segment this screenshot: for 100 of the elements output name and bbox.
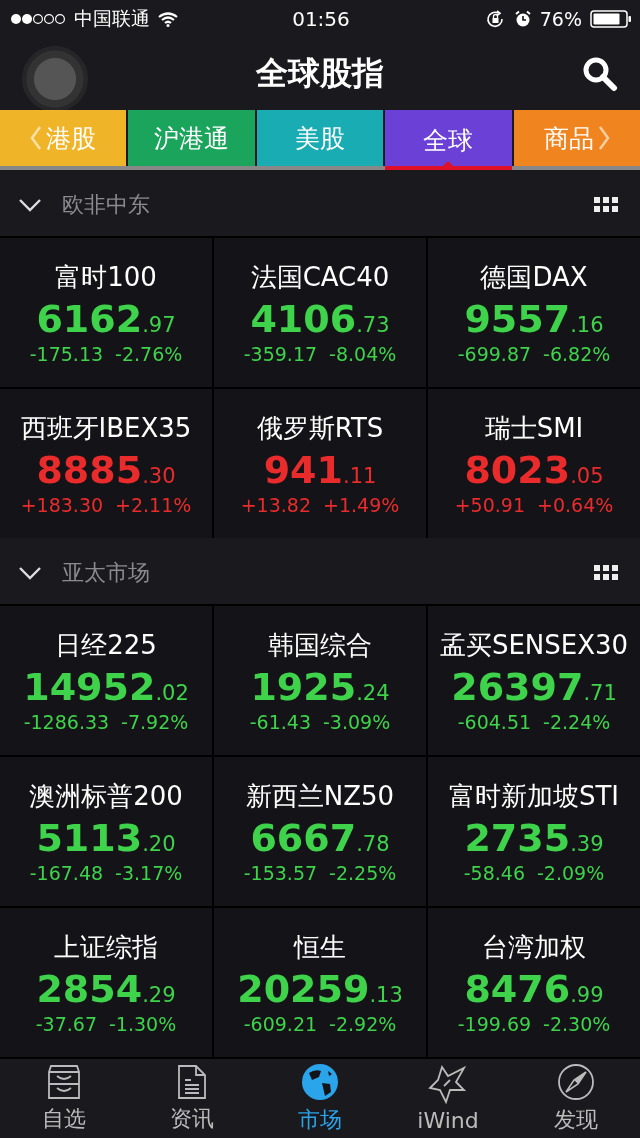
battery-percent: 76% <box>539 8 582 30</box>
price-decimals: .05 <box>570 464 604 488</box>
index-name: 韩国综合 <box>268 629 372 662</box>
nav-tab[interactable]: 市场 <box>256 1059 384 1138</box>
index-price: 2735 <box>464 816 571 860</box>
price-change: -359.17 <box>243 343 318 365</box>
index-name: 瑞士SMI <box>484 412 584 445</box>
index-name: 德国DAX <box>480 261 588 294</box>
price-decimals: .71 <box>583 681 617 705</box>
price-decimals: .99 <box>570 983 604 1007</box>
price-decimals: .29 <box>142 983 176 1007</box>
percent-change: +2.11% <box>115 494 192 516</box>
percent-change: -2.25% <box>329 862 397 884</box>
nav-tab[interactable]: 自选 <box>0 1059 128 1138</box>
price-change: -604.51 <box>457 711 532 733</box>
page-title: 全球股指 <box>256 53 384 94</box>
price-decimals: .16 <box>570 313 604 337</box>
market-tab[interactable]: 全球 <box>385 110 512 170</box>
index-name: 西班牙IBEX35 <box>20 412 192 445</box>
signal-icon <box>10 13 66 25</box>
grid-icon[interactable] <box>594 565 618 581</box>
index-price: 8476 <box>464 967 571 1011</box>
pinwheel-icon <box>428 1064 468 1104</box>
battery-icon <box>590 10 632 28</box>
price-decimals: .78 <box>356 832 390 856</box>
index-card[interactable]: 瑞士SMI 8023.05 +50.91 +0.64% <box>428 389 640 538</box>
nav-tab[interactable]: 资讯 <box>128 1059 256 1138</box>
index-card[interactable]: 新西兰NZ50 6667.78 -153.57 -2.25% <box>214 757 426 906</box>
index-card[interactable]: 德国DAX 9557.16 -699.87 -6.82% <box>428 238 640 387</box>
price-change: -175.13 <box>29 343 104 365</box>
document-icon <box>176 1063 208 1100</box>
price-change: -153.57 <box>243 862 318 884</box>
percent-change: -3.17% <box>115 862 183 884</box>
index-card[interactable]: 法国CAC40 4106.73 -359.17 -8.04% <box>214 238 426 387</box>
clock-time: 01:56 <box>292 7 350 31</box>
index-name: 上证综指 <box>54 931 158 964</box>
nav-tab[interactable]: iWind <box>384 1059 512 1138</box>
price-change: +183.30 <box>20 494 104 516</box>
index-price: 6667 <box>250 816 357 860</box>
index-card[interactable]: 日经225 14952.02 -1286.33 -7.92% <box>0 606 212 755</box>
index-name: 台湾加权 <box>482 931 586 964</box>
chevron-icon[interactable] <box>18 566 42 580</box>
index-name: 恒生 <box>294 931 346 964</box>
price-change: -167.48 <box>29 862 104 884</box>
price-decimals: .24 <box>356 681 390 705</box>
tray-icon <box>47 1063 81 1100</box>
wifi-icon <box>158 11 178 27</box>
percent-change: -2.30% <box>543 1013 611 1035</box>
chevron-left-icon <box>30 125 43 151</box>
price-decimals: .02 <box>155 681 189 705</box>
grid-icon[interactable] <box>594 197 618 213</box>
price-change: -58.46 <box>463 862 525 884</box>
price-decimals: .30 <box>142 464 176 488</box>
index-name: 富时新加坡STI <box>448 780 620 813</box>
index-name: 澳洲标普200 <box>29 780 183 813</box>
percent-change: +0.64% <box>537 494 614 516</box>
percent-change: -2.76% <box>115 343 183 365</box>
section-title: 欧非中东 <box>62 191 151 219</box>
index-name: 俄罗斯RTS <box>256 412 384 445</box>
index-card[interactable]: 孟买SENSEX30 26397.71 -604.51 -2.24% <box>428 606 640 755</box>
chevron-right-icon <box>597 125 610 151</box>
price-change: -1286.33 <box>23 711 110 733</box>
index-card[interactable]: 富时新加坡STI 2735.39 -58.46 -2.09% <box>428 757 640 906</box>
price-change: +13.82 <box>240 494 311 516</box>
nav-tab[interactable]: 发现 <box>512 1059 640 1138</box>
index-card[interactable]: 台湾加权 8476.99 -199.69 -2.30% <box>428 908 640 1057</box>
index-card[interactable]: 西班牙IBEX35 8885.30 +183.30 +2.11% <box>0 389 212 538</box>
index-price: 9557 <box>464 297 571 341</box>
index-card[interactable]: 上证综指 2854.29 -37.67 -1.30% <box>0 908 212 1057</box>
alarm-icon <box>513 10 532 28</box>
price-change: -199.69 <box>457 1013 532 1035</box>
search-icon[interactable] <box>582 56 618 92</box>
percent-change: -1.30% <box>109 1013 177 1035</box>
index-card[interactable]: 恒生 20259.13 -609.21 -2.92% <box>214 908 426 1057</box>
price-change: +50.91 <box>454 494 525 516</box>
index-price: 8885 <box>36 448 143 492</box>
percent-change: -8.04% <box>329 343 397 365</box>
index-name: 日经225 <box>55 629 157 662</box>
price-change: -699.87 <box>457 343 532 365</box>
index-name: 新西兰NZ50 <box>245 780 395 813</box>
index-card[interactable]: 韩国综合 1925.24 -61.43 -3.09% <box>214 606 426 755</box>
chevron-icon[interactable] <box>18 198 42 212</box>
index-price: 4106 <box>250 297 357 341</box>
index-price: 8023 <box>464 448 571 492</box>
index-price: 26397 <box>451 665 584 709</box>
price-change: -61.43 <box>249 711 311 733</box>
index-price: 1925 <box>250 665 357 709</box>
index-card[interactable]: 俄罗斯RTS 941.11 +13.82 +1.49% <box>214 389 426 538</box>
rotation-lock-icon <box>485 10 506 28</box>
section-title: 亚太市场 <box>62 559 151 587</box>
percent-change: +1.49% <box>323 494 400 516</box>
price-decimals: .97 <box>142 313 176 337</box>
price-decimals: .11 <box>342 464 377 488</box>
index-card[interactable]: 富时100 6162.97 -175.13 -2.76% <box>0 238 212 387</box>
index-name: 法国CAC40 <box>250 261 390 294</box>
percent-change: -2.92% <box>329 1013 397 1035</box>
percent-change: -6.82% <box>543 343 611 365</box>
percent-change: -2.24% <box>543 711 611 733</box>
index-card[interactable]: 澳洲标普200 5113.20 -167.48 -3.17% <box>0 757 212 906</box>
globe-icon <box>301 1062 339 1101</box>
